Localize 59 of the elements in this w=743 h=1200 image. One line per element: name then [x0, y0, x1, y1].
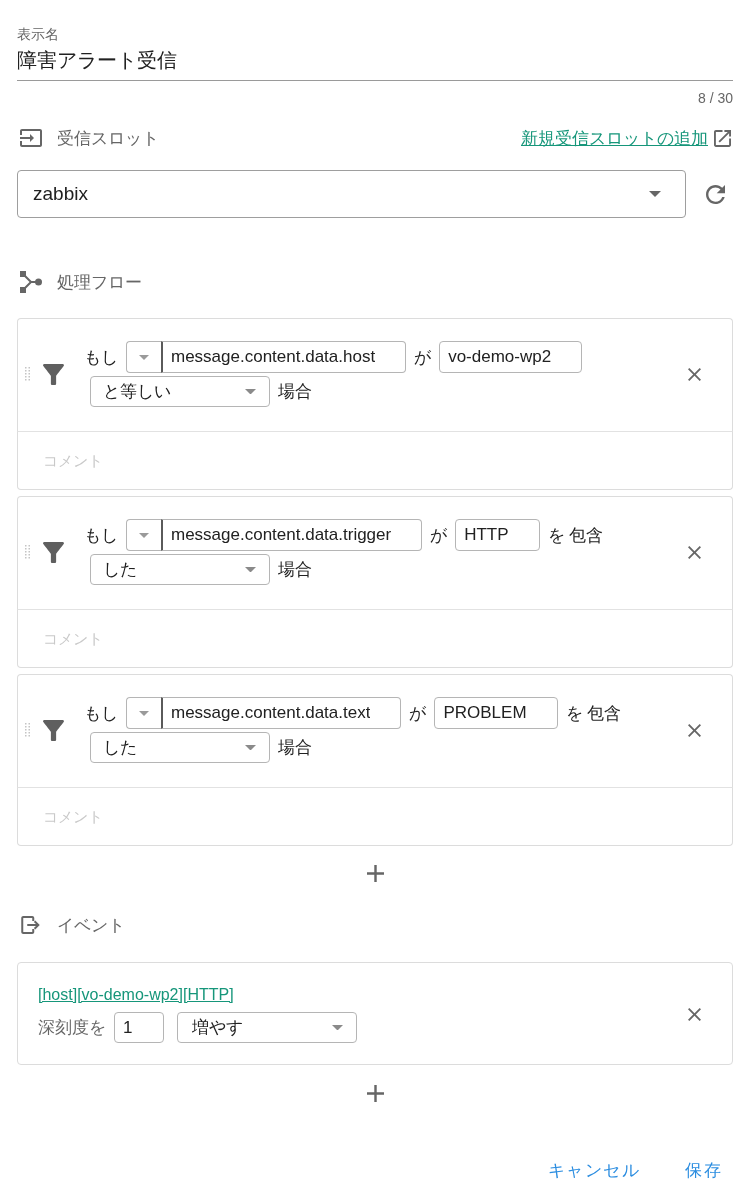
- condition-text: 場合: [278, 381, 312, 403]
- filter-icon: [43, 717, 64, 743]
- event-link[interactable]: [host][vo-demo-wp2][HTTP]: [38, 985, 234, 1005]
- condition-text: もし: [84, 346, 118, 369]
- caret-icon: [139, 354, 149, 360]
- condition-text: が: [414, 346, 432, 369]
- close-icon[interactable]: [688, 367, 701, 381]
- section-title: 受信スロット: [57, 127, 159, 150]
- field-label: 表示名: [17, 26, 60, 42]
- section-title: 処理フロー: [57, 271, 142, 294]
- save-button[interactable]: 保存: [677, 1152, 730, 1188]
- caret-icon: [245, 566, 256, 573]
- match-value-input[interactable]: vo-demo-wp2: [439, 341, 583, 373]
- operator-select[interactable]: した: [90, 732, 270, 763]
- refresh-icon[interactable]: [706, 184, 725, 204]
- input-icon: [20, 129, 42, 147]
- condition-text: もし: [84, 524, 118, 547]
- match-value-input[interactable]: PROBLEM: [434, 697, 558, 729]
- operation-select[interactable]: 増やす: [177, 1012, 357, 1043]
- close-icon[interactable]: [688, 723, 701, 737]
- condition-text: が: [430, 524, 448, 547]
- amount-input[interactable]: 1: [114, 1012, 164, 1043]
- field-path-input[interactable]: message.content.data.text: [161, 697, 402, 729]
- filter-icon: [43, 539, 64, 565]
- character-counter: 8 / 30: [696, 90, 733, 106]
- drag-handle-icon[interactable]: [25, 723, 30, 737]
- add-icon[interactable]: [366, 1085, 384, 1102]
- cancel-button[interactable]: キャンセル: [539, 1152, 648, 1188]
- section-title: イベント: [57, 914, 125, 937]
- close-icon[interactable]: [688, 545, 701, 559]
- condition-text: 場合: [278, 559, 312, 581]
- condition-text: を 包含: [565, 702, 622, 725]
- slot-select[interactable]: zabbix: [17, 170, 686, 218]
- drag-handle-icon[interactable]: [25, 545, 30, 559]
- close-icon[interactable]: [688, 1007, 701, 1021]
- branch-icon: [20, 271, 42, 293]
- external-link-icon[interactable]: [714, 129, 731, 147]
- condition-text: が: [409, 702, 427, 725]
- condition-text: を 包含: [547, 524, 604, 547]
- field-path-input[interactable]: message.content.data.trigger: [161, 519, 423, 551]
- caret-icon: [245, 388, 256, 395]
- condition-text: 場合: [278, 737, 312, 759]
- condition-text: もし: [84, 702, 118, 725]
- filter-icon: [43, 361, 64, 387]
- caret-icon: [245, 744, 256, 751]
- caret-icon: [139, 710, 149, 716]
- caret-icon: [139, 532, 149, 538]
- drag-handle-icon[interactable]: [25, 367, 30, 381]
- add-icon[interactable]: [366, 865, 384, 882]
- caret-icon: [332, 1024, 343, 1031]
- add-slot-link[interactable]: 新規受信スロットの追加: [521, 126, 708, 150]
- caret-icon: [649, 191, 661, 197]
- operator-select[interactable]: と等しい: [90, 376, 270, 407]
- display-name-input[interactable]: 障害アラート受信: [17, 46, 733, 81]
- field-path-input[interactable]: message.content.data.host: [161, 341, 407, 373]
- exit-icon: [20, 916, 42, 934]
- severity-label: 深刻度を: [38, 1017, 106, 1039]
- operator-select[interactable]: した: [90, 554, 270, 585]
- match-value-input[interactable]: HTTP: [455, 519, 540, 551]
